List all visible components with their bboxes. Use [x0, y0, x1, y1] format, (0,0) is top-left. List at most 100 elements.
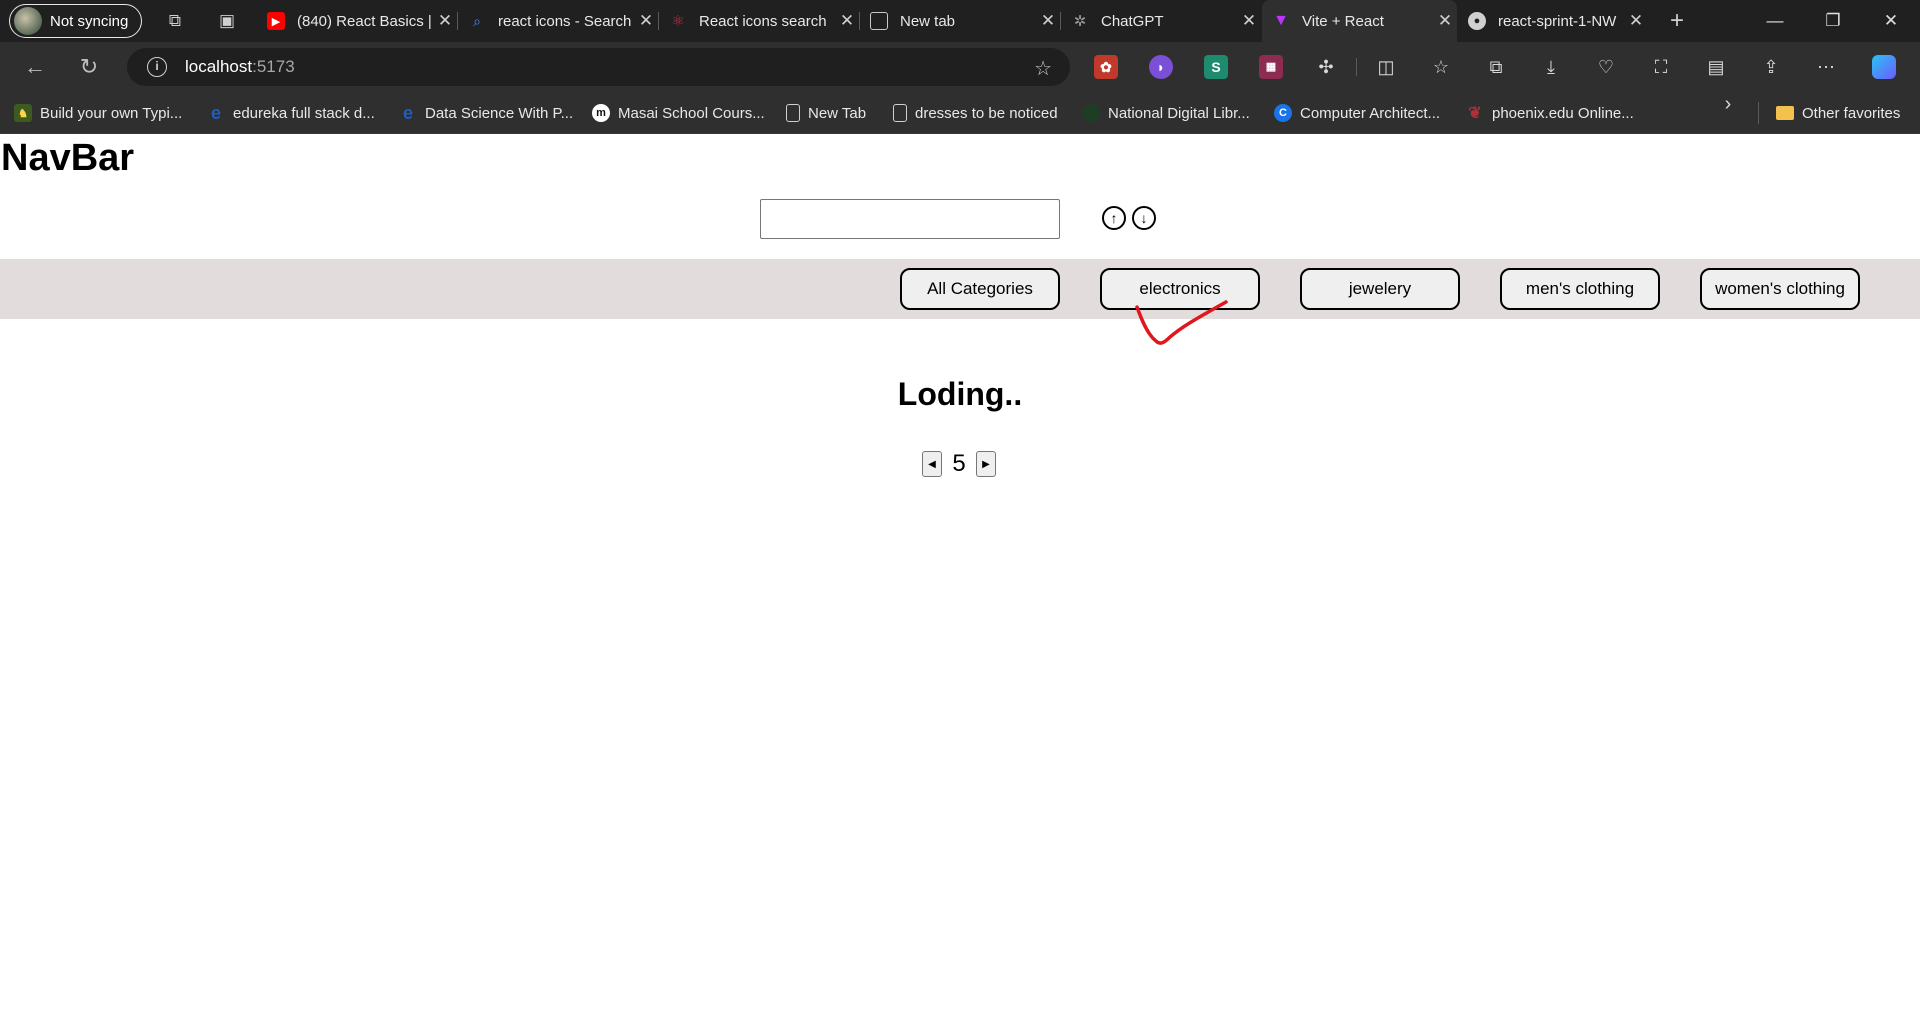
tab-title: react-sprint-1-NW: [1498, 12, 1617, 30]
minimize-icon[interactable]: —: [1762, 8, 1788, 34]
restore-icon[interactable]: ❐: [1820, 8, 1846, 34]
tab-react-icons-search[interactable]: ⌕ react icons - Search ✕: [458, 0, 658, 42]
favorites-icon[interactable]: ☆: [1429, 55, 1453, 79]
chevron-right-icon[interactable]: ›: [1716, 92, 1740, 116]
loading-text: Loding..: [897, 376, 1023, 412]
sort-descending-icon[interactable]: ↓: [1132, 206, 1156, 230]
tab-vite-react[interactable]: ▼ Vite + React ✕: [1262, 0, 1457, 42]
other-favorites[interactable]: Other favorites: [1776, 102, 1900, 124]
tab-github[interactable]: ● react-sprint-1-NW ✕: [1458, 0, 1648, 42]
edureka-icon: e: [402, 102, 413, 123]
back-icon[interactable]: ←: [22, 54, 48, 80]
bookmark-item[interactable]: New Tab: [786, 102, 866, 124]
bookmark-item[interactable]: e Data Science With P...: [399, 102, 573, 124]
bookmark-item[interactable]: e edureka full stack d...: [207, 102, 375, 124]
bookmark-item[interactable]: ♞ Build your own Typi...: [14, 102, 182, 124]
refresh-icon[interactable]: ↻: [76, 54, 102, 80]
profile-button[interactable]: Not syncing: [9, 4, 142, 38]
bookmark-item[interactable]: dresses to be noticed: [893, 102, 1058, 124]
reading-view-icon[interactable]: ▤: [1704, 55, 1728, 79]
react-icon: ⚛: [671, 13, 685, 30]
category-mens-clothing-button[interactable]: men's clothing: [1500, 268, 1660, 310]
extensions-puzzle-icon[interactable]: ✣: [1314, 55, 1338, 79]
tab-title: React icons search: [699, 12, 827, 30]
more-options-icon[interactable]: ⋯: [1814, 55, 1838, 79]
bookmark-item[interactable]: C Computer Architect...: [1274, 102, 1440, 124]
folder-icon: [1776, 106, 1794, 120]
extension-calendar-icon[interactable]: ▦: [1259, 55, 1283, 79]
browser-essentials-icon[interactable]: ♡: [1594, 55, 1618, 79]
navbar-brand: NavBar: [1, 137, 135, 179]
caret-left-icon: ◀: [928, 458, 936, 470]
close-icon[interactable]: ✕: [1433, 11, 1457, 31]
ndl-icon: [1082, 104, 1100, 122]
address-toolbar: ← ↻ i localhost:5173 ☆ ✿ ◗ S ▦ ✣ ◫ ☆ ⧉ ⤓…: [0, 42, 1920, 92]
c-icon: C: [1274, 104, 1292, 122]
new-tab-plus-icon[interactable]: +: [1666, 9, 1688, 33]
caret-right-icon: ▶: [982, 458, 990, 470]
tab-title: Vite + React: [1302, 12, 1384, 30]
close-icon[interactable]: ✕: [835, 11, 859, 31]
sort-ascending-icon[interactable]: ↑: [1102, 206, 1126, 230]
browser-tab-strip: Not syncing ⧉ ▣ ▶ (840) React Basics | ✕…: [0, 0, 1920, 42]
tab-new-tab[interactable]: New tab ✕: [860, 0, 1060, 42]
share-icon[interactable]: ⇪: [1759, 55, 1783, 79]
collections-icon[interactable]: ⧉: [1484, 55, 1508, 79]
tab-title: (840) React Basics |: [297, 12, 432, 30]
url-host: localhost: [185, 57, 253, 76]
tab-title: ChatGPT: [1101, 12, 1164, 30]
previous-page-button[interactable]: ◀: [922, 451, 942, 477]
close-icon[interactable]: ✕: [1624, 11, 1648, 31]
newtab-icon: [870, 12, 888, 30]
url-port: :5173: [252, 57, 295, 76]
page-icon: [786, 104, 800, 122]
avatar: [14, 7, 42, 35]
close-icon[interactable]: ✕: [1036, 11, 1060, 31]
search-icon: ⌕: [473, 12, 481, 29]
downloads-icon[interactable]: ⤓: [1539, 55, 1563, 79]
app-page: NavBar ↑ ↓ All Categories electronics je…: [0, 134, 1920, 1020]
category-all-button[interactable]: All Categories: [900, 268, 1060, 310]
tab-react-icons[interactable]: ⚛ React icons search ✕: [659, 0, 859, 42]
tab-actions-icon[interactable]: ▣: [216, 10, 238, 32]
typing-icon: ♞: [14, 104, 32, 122]
split-screen-icon[interactable]: ◫: [1374, 55, 1398, 79]
bookmark-item[interactable]: m Masai School Cours...: [592, 102, 765, 124]
bookmark-item[interactable]: National Digital Libr...: [1082, 102, 1250, 124]
bookmarks-bar: ♞ Build your own Typi... e edureka full …: [0, 92, 1920, 134]
red-checkmark-annotation: [1135, 300, 1228, 345]
extension-purple-icon[interactable]: ◗: [1149, 55, 1173, 79]
page-icon: [893, 104, 907, 122]
masai-icon: m: [592, 104, 610, 122]
edureka-icon: e: [210, 102, 221, 123]
pagination: ◀ 5 ▶: [922, 450, 996, 478]
category-womens-clothing-button[interactable]: women's clothing: [1700, 268, 1860, 310]
site-info-icon[interactable]: i: [147, 57, 167, 77]
youtube-icon: ▶: [267, 12, 285, 30]
close-icon[interactable]: ✕: [634, 11, 658, 31]
tab-title: react icons - Search: [498, 12, 632, 30]
search-input[interactable]: [760, 199, 1060, 239]
address-bar[interactable]: i localhost:5173 ☆: [127, 48, 1070, 86]
close-icon[interactable]: ✕: [433, 11, 457, 31]
github-icon: ●: [1468, 12, 1486, 30]
page-number: 5: [952, 450, 966, 477]
extension-s-icon[interactable]: S: [1204, 55, 1228, 79]
screenshot-icon[interactable]: ⛶: [1649, 55, 1673, 79]
category-bar: All Categories electronics jewelery men'…: [0, 259, 1920, 319]
profile-label: Not syncing: [50, 12, 129, 30]
close-icon[interactable]: ✕: [1237, 11, 1261, 31]
copilot-icon[interactable]: [1872, 55, 1896, 79]
workspaces-icon[interactable]: ⧉: [164, 10, 186, 32]
bookmark-item[interactable]: ❦ phoenix.edu Online...: [1466, 102, 1633, 124]
extension-red-icon[interactable]: ✿: [1094, 55, 1118, 79]
window-close-icon[interactable]: ✕: [1878, 8, 1904, 34]
favorite-star-icon[interactable]: ☆: [1034, 56, 1052, 81]
next-page-button[interactable]: ▶: [976, 451, 996, 477]
vite-icon: ▼: [1273, 12, 1289, 29]
category-jewelery-button[interactable]: jewelery: [1300, 268, 1460, 310]
phoenix-icon: ❦: [1468, 105, 1482, 122]
chatgpt-icon: ✲: [1073, 13, 1087, 30]
tab-chatgpt[interactable]: ✲ ChatGPT ✕: [1061, 0, 1261, 42]
tab-youtube[interactable]: ▶ (840) React Basics | ✕: [257, 0, 457, 42]
